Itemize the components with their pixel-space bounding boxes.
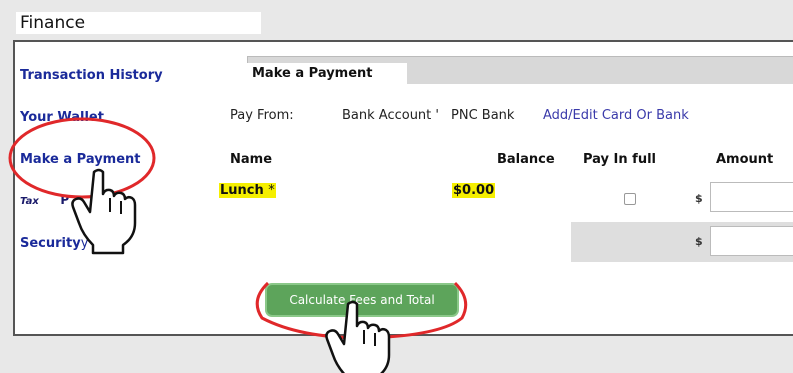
column-header-balance: Balance xyxy=(497,152,555,167)
calculate-fees-button[interactable]: Calculate Fees and Total xyxy=(265,283,459,317)
sidebar-item-tax[interactable]: Tax P xyxy=(20,193,69,207)
column-header-amount: Amount xyxy=(716,152,774,167)
row-balance: $0.00 xyxy=(452,183,496,198)
currency-symbol: $ xyxy=(695,235,703,248)
column-header-name: Name xyxy=(230,152,273,167)
pay-from-account: Bank Account ' xyxy=(342,108,439,123)
sidebar-item-your-wallet[interactable]: Your Wallet xyxy=(20,110,104,125)
sidebar-item-security-label: Security xyxy=(20,236,81,251)
sidebar-item-security-label-rest: y xyxy=(80,236,89,251)
column-header-pay-in-full: Pay In full xyxy=(583,152,656,167)
amount-input[interactable] xyxy=(710,182,793,212)
table-row: Lunch * xyxy=(219,183,276,198)
sidebar-item-tax-label-rest: P xyxy=(60,193,70,207)
pay-in-full-checkbox[interactable] xyxy=(624,193,636,205)
required-mark: * xyxy=(268,183,275,198)
window-title: Finance xyxy=(16,12,261,34)
sidebar-item-make-a-payment[interactable]: Make a Payment xyxy=(20,152,141,167)
sidebar-item-security[interactable]: Securityy xyxy=(20,236,88,251)
amount-input[interactable] xyxy=(710,226,793,256)
pay-from-label: Pay From: xyxy=(230,108,294,123)
add-edit-card-link[interactable]: Add/Edit Card Or Bank xyxy=(543,108,689,123)
sidebar-item-transaction-history[interactable]: Transaction History xyxy=(20,68,163,83)
pay-from-bank: PNC Bank xyxy=(451,108,515,123)
currency-symbol: $ xyxy=(695,192,703,205)
sidebar-item-tax-label: Tax xyxy=(20,196,39,207)
tab-make-a-payment[interactable]: Make a Payment xyxy=(247,63,407,85)
row-balance-text: $0.00 xyxy=(452,183,496,198)
row-name-text: Lunch xyxy=(220,183,264,198)
row-name: Lunch * xyxy=(219,183,276,198)
